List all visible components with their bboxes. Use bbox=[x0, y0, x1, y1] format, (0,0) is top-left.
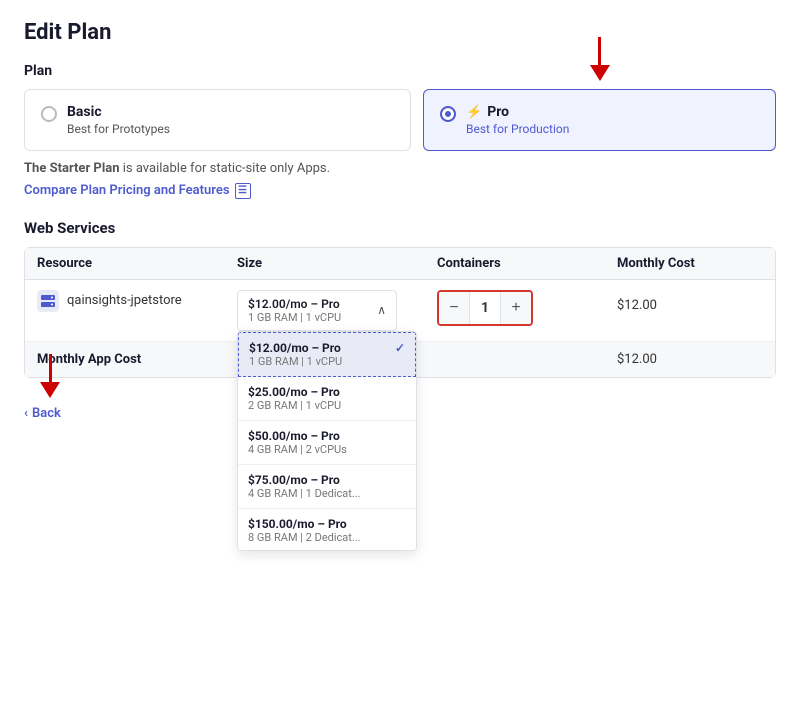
plan-subtitle-pro: Best for Production bbox=[466, 122, 569, 136]
size-dropdown-wrapper: $12.00/mo – Pro 1 GB RAM | 1 vCPU ∧ bbox=[237, 290, 437, 331]
dropdown-item-2[interactable]: $50.00/mo – Pro 4 GB RAM | 2 vCPUs bbox=[238, 421, 416, 465]
arrow-down-icon bbox=[590, 65, 610, 81]
dropdown-item-specs-3: 4 GB RAM | 1 Dedicat... bbox=[248, 487, 406, 500]
dropdown-item-price-0: $12.00/mo – Pro bbox=[249, 341, 341, 355]
plan-card-basic[interactable]: Basic Best for Prototypes bbox=[24, 89, 411, 151]
radio-basic[interactable] bbox=[41, 106, 57, 122]
radio-pro[interactable] bbox=[440, 106, 456, 122]
dropdown-item-specs-0: 1 GB RAM | 1 vCPU bbox=[249, 355, 405, 368]
plan-name-pro: ⚡ Pro bbox=[466, 104, 569, 120]
resource-cell: qainsights-jpetstore bbox=[37, 290, 237, 312]
starter-note: The Starter Plan is available for static… bbox=[24, 161, 776, 176]
plan-cards-container: Basic Best for Prototypes ⚡ Pro Best for… bbox=[24, 89, 776, 151]
check-mark-icon: ✓ bbox=[395, 341, 405, 355]
arrow-pro-indicator bbox=[590, 37, 610, 81]
compare-link[interactable]: Compare Plan Pricing and Features ☰ bbox=[24, 183, 251, 199]
chevron-up-icon: ∧ bbox=[377, 303, 386, 317]
table-header: Resource Size Containers Monthly Cost bbox=[25, 248, 775, 280]
dropdown-item-specs-2: 4 GB RAM | 2 vCPUs bbox=[248, 443, 406, 456]
decrement-button[interactable]: − bbox=[439, 292, 469, 324]
monthly-app-label: Monthly App Cost bbox=[37, 352, 237, 367]
containers-cell: − 1 + bbox=[437, 290, 617, 326]
dropdown-item-specs-4: 8 GB RAM | 2 Dedicat... bbox=[248, 531, 406, 544]
plan-info-pro: ⚡ Pro Best for Production bbox=[466, 104, 569, 136]
monthly-app-cost: $12.00 bbox=[617, 352, 763, 367]
plan-subtitle-basic: Best for Prototypes bbox=[67, 122, 170, 136]
page-title: Edit Plan bbox=[24, 20, 776, 45]
plan-info-basic: Basic Best for Prototypes bbox=[67, 104, 170, 136]
resource-name: qainsights-jpetstore bbox=[67, 293, 182, 308]
back-chevron-icon: ‹ bbox=[24, 406, 28, 421]
increment-button[interactable]: + bbox=[501, 292, 531, 324]
size-dropdown-button[interactable]: $12.00/mo – Pro 1 GB RAM | 1 vCPU ∧ bbox=[237, 290, 397, 331]
back-section: ‹ Back bbox=[24, 402, 61, 421]
plan-name-basic: Basic bbox=[67, 104, 170, 120]
dropdown-item-price-4: $150.00/mo – Pro bbox=[248, 517, 347, 531]
size-sub: 1 GB RAM | 1 vCPU bbox=[248, 311, 341, 324]
dropdown-item-4[interactable]: $150.00/mo – Pro 8 GB RAM | 2 Dedicat... bbox=[238, 509, 416, 551]
header-size: Size bbox=[237, 256, 437, 271]
dropdown-item-price-1: $25.00/mo – Pro bbox=[248, 385, 340, 399]
header-monthly-cost: Monthly Cost bbox=[617, 256, 763, 271]
compare-icon: ☰ bbox=[235, 183, 251, 199]
arrow-back-indicator bbox=[40, 354, 60, 398]
services-table: Resource Size Containers Monthly Cost qa… bbox=[24, 247, 776, 378]
server-icon bbox=[41, 295, 55, 307]
dropdown-item-price-2: $50.00/mo – Pro bbox=[248, 429, 340, 443]
containers-box: − 1 + bbox=[437, 290, 533, 326]
dropdown-item-1[interactable]: $25.00/mo – Pro 2 GB RAM | 1 vCPU bbox=[238, 377, 416, 421]
back-button[interactable]: ‹ Back bbox=[24, 406, 61, 421]
container-count: 1 bbox=[469, 292, 501, 324]
plan-section-label: Plan bbox=[24, 63, 776, 79]
dropdown-item-3[interactable]: $75.00/mo – Pro 4 GB RAM | 1 Dedicat... bbox=[238, 465, 416, 509]
monthly-cost-cell: $12.00 bbox=[617, 290, 763, 313]
dropdown-item-specs-1: 2 GB RAM | 1 vCPU bbox=[248, 399, 406, 412]
dropdown-item-price-3: $75.00/mo – Pro bbox=[248, 473, 340, 487]
web-services-label: Web Services bbox=[24, 219, 776, 237]
lightning-icon: ⚡ bbox=[466, 105, 482, 120]
header-resource: Resource bbox=[37, 256, 237, 271]
size-dropdown-list: $12.00/mo – Pro ✓ 1 GB RAM | 1 vCPU $25.… bbox=[237, 331, 417, 551]
back-label: Back bbox=[32, 406, 61, 421]
table-row: qainsights-jpetstore $12.00/mo – Pro 1 G… bbox=[25, 280, 775, 342]
dropdown-item-active[interactable]: $12.00/mo – Pro ✓ 1 GB RAM | 1 vCPU bbox=[238, 332, 416, 377]
size-main: $12.00/mo – Pro bbox=[248, 297, 341, 311]
arrow-down-back-icon bbox=[40, 382, 60, 398]
plan-card-pro[interactable]: ⚡ Pro Best for Production bbox=[423, 89, 776, 151]
resource-icon bbox=[37, 290, 59, 312]
dropdown-item-0-wrapper: $12.00/mo – Pro ✓ 1 GB RAM | 1 vCPU bbox=[238, 332, 416, 377]
header-containers: Containers bbox=[437, 256, 617, 271]
